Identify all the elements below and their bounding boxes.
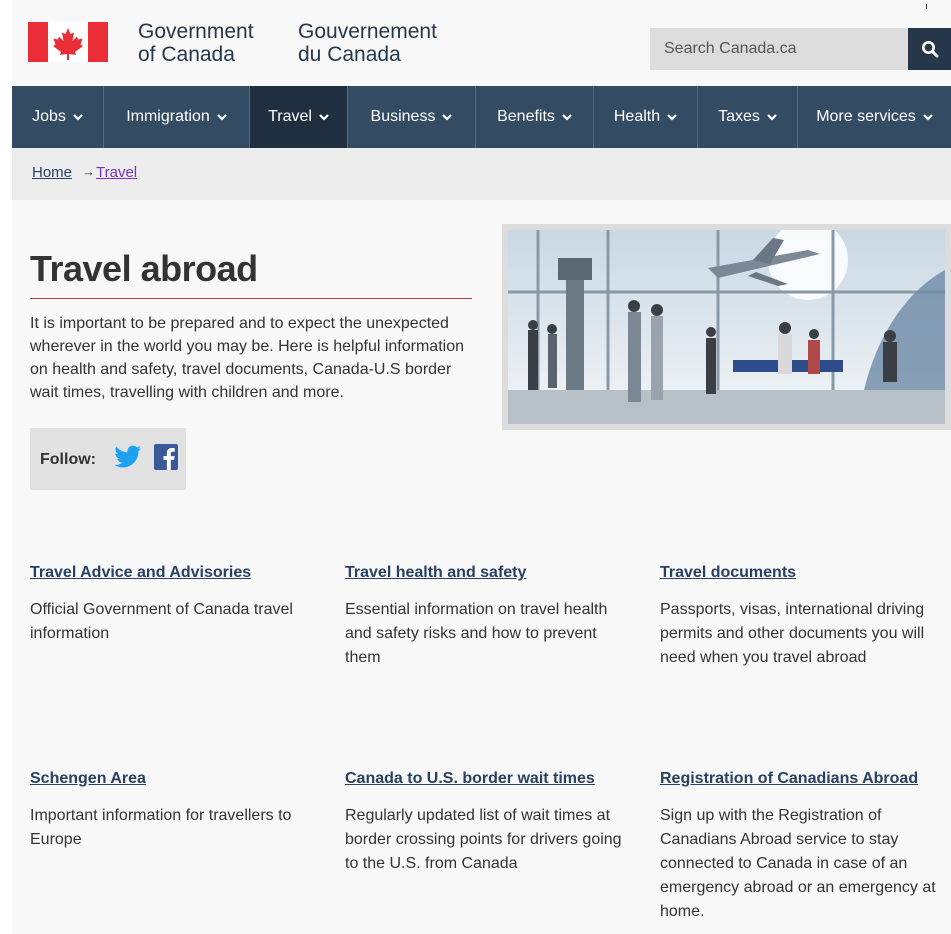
tile-registration: Registration of Canadians Abroad Sign up… [660, 770, 950, 924]
tile-description: Passports, visas, international driving … [660, 601, 925, 666]
menu-label: More services [816, 108, 916, 125]
menu-item-health[interactable]: Health [594, 86, 698, 148]
search-button[interactable] [908, 28, 951, 70]
menu-label: Travel [268, 108, 312, 125]
chevron-down-icon [562, 114, 572, 121]
follow-label: Follow: [40, 451, 96, 468]
menu-item-business[interactable]: Business [348, 86, 476, 148]
signature-fr-line-1: Gouvernement [298, 20, 437, 43]
tile-description: Official Government of Canada travel inf… [30, 601, 293, 642]
follow-box: Follow: [30, 428, 186, 490]
page: Government of Canada Gouvernement du Can… [12, 0, 951, 934]
tile-travel-advice: Travel Advice and Advisories Official Go… [30, 564, 320, 646]
signature-french[interactable]: Gouvernement du Canada [298, 20, 437, 66]
tile-description: Essential information on travel health a… [345, 601, 608, 666]
menu-label: Jobs [32, 108, 66, 125]
facebook-icon[interactable] [154, 444, 178, 470]
menu-label: Health [613, 108, 661, 125]
chevron-down-icon [923, 114, 933, 121]
tile-travel-documents: Travel documents Passports, visas, inter… [660, 564, 950, 670]
menu-label: Business [370, 108, 436, 125]
menu-label: Immigration [126, 108, 210, 125]
travel-health-link[interactable]: Travel health and safety [345, 564, 635, 582]
title-underline [30, 298, 472, 299]
tile-description: Important information for travellers to … [30, 807, 292, 848]
intro-paragraph: It is important to be prepared and to ex… [30, 315, 464, 401]
tile-description: Regularly updated list of wait times at … [345, 807, 622, 872]
search-box [650, 28, 908, 70]
chevron-down-icon [73, 114, 83, 121]
menu-item-jobs[interactable]: Jobs [12, 86, 104, 148]
hero-image-airport [502, 224, 951, 430]
signature-fr-line-2: du Canada [298, 43, 401, 66]
registration-link[interactable]: Registration of Canadians Abroad [660, 770, 950, 788]
main-menu: Jobs Immigration Travel Business Benefit… [12, 86, 951, 148]
menu-item-more-services[interactable]: More services [798, 86, 951, 148]
site-header: Government of Canada Gouvernement du Can… [12, 0, 951, 86]
chevron-down-icon [767, 114, 777, 121]
tile-travel-health: Travel health and safety Essential infor… [345, 564, 635, 670]
chevron-down-icon [319, 114, 329, 121]
page-title: Travel abroad [30, 248, 258, 289]
chevron-down-icon [217, 114, 227, 121]
menu-item-taxes[interactable]: Taxes [698, 86, 798, 148]
travel-documents-link[interactable]: Travel documents [660, 564, 950, 582]
menu-item-benefits[interactable]: Benefits [476, 86, 594, 148]
breadcrumb-home-link[interactable]: Home [32, 164, 72, 181]
airport-photo [508, 230, 945, 424]
chevron-down-icon [442, 114, 453, 121]
border-wait-times-link[interactable]: Canada to U.S. border wait times [345, 770, 635, 788]
breadcrumb: Home → Travel [12, 148, 951, 200]
tile-schengen: Schengen Area Important information for … [30, 770, 320, 852]
menu-item-travel[interactable]: Travel [250, 86, 348, 148]
menu-item-immigration[interactable]: Immigration [104, 86, 250, 148]
signature-english[interactable]: Government of Canada [138, 20, 254, 66]
decorative-tick [926, 4, 927, 9]
breadcrumb-travel-link[interactable]: Travel [96, 164, 137, 181]
signature-en-line-2: of Canada [138, 43, 235, 66]
magnifier-icon [921, 41, 938, 58]
menu-label: Benefits [497, 108, 555, 125]
schengen-area-link[interactable]: Schengen Area [30, 770, 320, 788]
breadcrumb-arrow-icon: → [82, 164, 95, 179]
search-input[interactable] [650, 28, 908, 70]
tile-description: Sign up with the Registration of Canadia… [660, 807, 936, 920]
twitter-icon[interactable] [114, 445, 142, 469]
chevron-down-icon [667, 114, 677, 121]
signature-en-line-1: Government [138, 20, 254, 43]
canada-flag-icon[interactable] [28, 22, 108, 62]
travel-advice-link[interactable]: Travel Advice and Advisories [30, 564, 320, 582]
tile-border-wait-times: Canada to U.S. border wait times Regular… [345, 770, 635, 876]
menu-label: Taxes [718, 108, 760, 125]
